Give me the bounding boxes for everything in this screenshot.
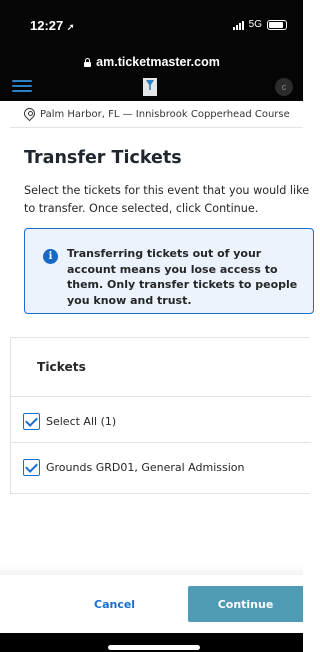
menu-icon[interactable] [12, 80, 32, 92]
ticket-checkbox[interactable] [23, 459, 40, 476]
ticketmaster-logo-icon[interactable] [143, 78, 157, 96]
select-all-checkbox-row[interactable]: Select All (1) [23, 413, 116, 430]
select-all-checkbox[interactable] [23, 413, 40, 430]
event-location: Palm Harbor, FL — Innisbrook Copperhead … [24, 108, 290, 121]
ticket-label: Grounds GRD01, General Admission [46, 461, 245, 474]
divider [11, 396, 311, 397]
ticket-checkbox-row[interactable]: Grounds GRD01, General Admission [23, 459, 244, 476]
location-pin-icon [24, 108, 35, 121]
site-header: c [0, 72, 303, 101]
info-alert: i Transferring tickets out of your accou… [24, 228, 314, 314]
browser-chrome: 12:27 ➚ 5G am.ticketmaster.com c [0, 0, 303, 101]
continue-button[interactable]: Continue [188, 586, 303, 622]
battery-icon [267, 19, 287, 30]
clock: 12:27 [30, 18, 64, 33]
lock-icon [83, 57, 92, 67]
tickets-header: Tickets [37, 360, 86, 374]
divider [10, 127, 303, 128]
info-icon: i [43, 249, 58, 264]
location-arrow-icon: ➚ [66, 22, 75, 32]
select-all-label: Select All (1) [46, 415, 117, 428]
status-indicators: 5G [232, 19, 287, 30]
address-bar[interactable]: am.ticketmaster.com [0, 50, 303, 74]
signal-icon [232, 20, 244, 30]
network-label: 5G [248, 19, 262, 30]
page-title: Transfer Tickets [24, 148, 182, 168]
cancel-button[interactable]: Cancel [40, 587, 180, 621]
tickets-card: Tickets Select All (1) Grounds GRD01, Ge… [10, 337, 311, 494]
event-location-text: Palm Harbor, FL — Innisbrook Copperhead … [40, 109, 290, 120]
info-alert-text: Transferring tickets out of your account… [67, 247, 298, 307]
home-indicator[interactable] [108, 645, 200, 650]
url-text: am.ticketmaster.com [96, 55, 220, 69]
divider [11, 442, 311, 443]
status-time: 12:27 ➚ [30, 18, 74, 33]
avatar[interactable]: c [275, 78, 293, 96]
status-bar: 12:27 ➚ 5G [0, 0, 303, 54]
action-footer: Cancel Continue [0, 575, 303, 633]
intro-text: Select the tickets for this event that y… [24, 184, 310, 215]
browser-bottom-bar [0, 633, 303, 652]
